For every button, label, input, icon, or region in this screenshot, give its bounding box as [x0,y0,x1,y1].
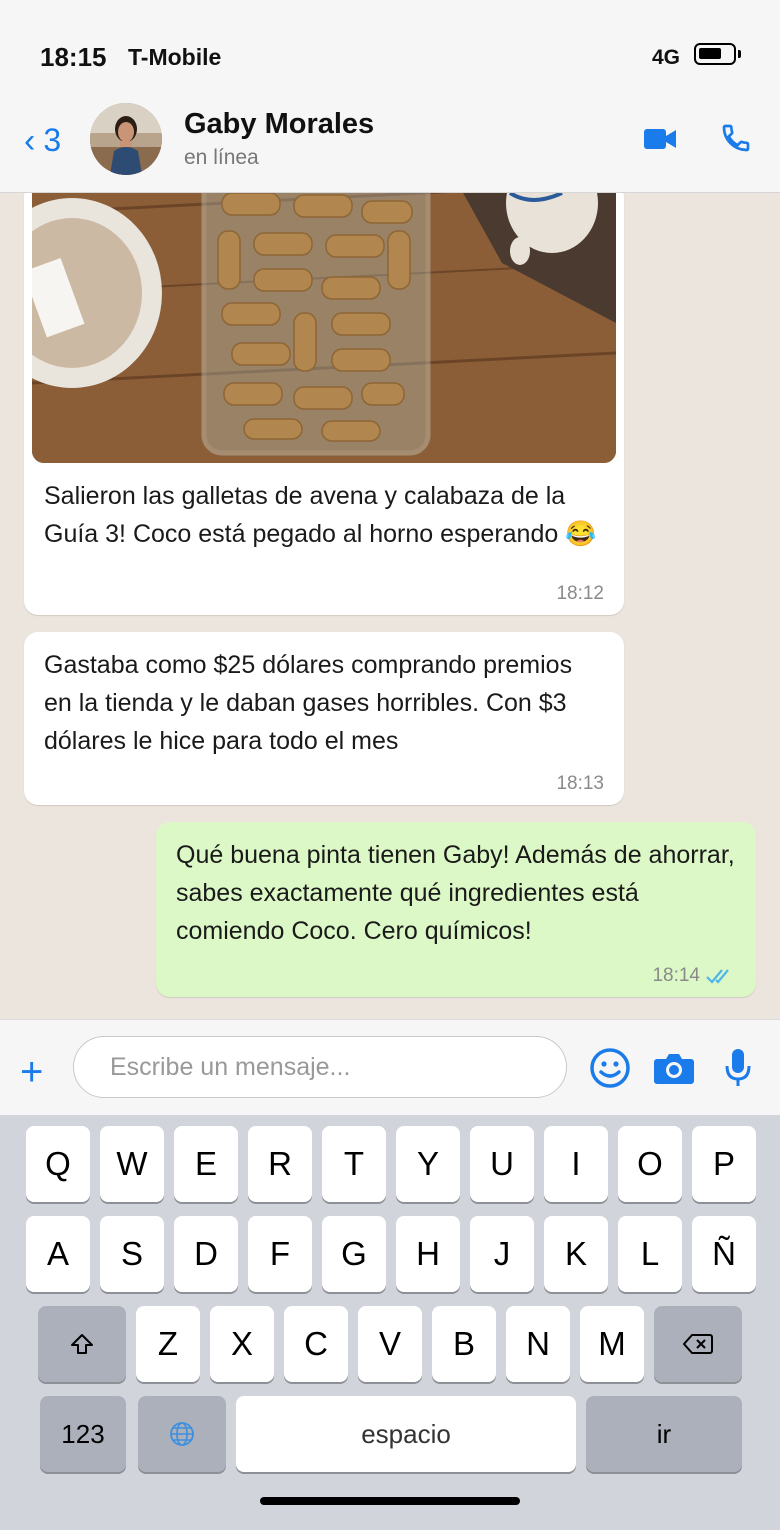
read-receipt-icon [706,969,729,984]
dog-treats-photo[interactable] [32,193,616,463]
message-text: Qué buena pinta tienen Gaby! Además de a… [176,841,735,945]
status-carrier: T-Mobile [128,44,222,70]
message-bubble-incoming[interactable]: Gastaba como $25 dólares comprando premi… [24,632,624,805]
key[interactable]: Z [136,1306,200,1382]
message-input[interactable]: Escribe un mensaje... [73,1036,567,1098]
key[interactable]: O [618,1126,682,1202]
status-bar: 18:15 T-Mobile 4G [0,0,780,100]
chat-header: ‹ 3 Gaby Morales en línea [0,100,780,193]
contact-name[interactable]: Gaby Morales [184,108,374,141]
key[interactable]: Y [396,1126,460,1202]
camera-icon[interactable] [654,1051,694,1090]
message-composer: + Escribe un mensaje... [0,1019,780,1116]
shift-key[interactable] [38,1306,126,1382]
key[interactable]: E [174,1126,238,1202]
key[interactable]: Ñ [692,1216,756,1292]
backspace-icon [683,1334,713,1354]
message-bubble-outgoing[interactable]: Qué buena pinta tienen Gaby! Además de a… [156,822,756,997]
key[interactable]: U [470,1126,534,1202]
key[interactable]: K [544,1216,608,1292]
key[interactable]: D [174,1216,238,1292]
key[interactable]: B [432,1306,496,1382]
key[interactable]: T [322,1126,386,1202]
key[interactable]: H [396,1216,460,1292]
key[interactable]: N [506,1306,570,1382]
back-unread-count: 3 [43,122,62,158]
message-text: Gastaba como $25 dólares comprando premi… [44,651,573,755]
key[interactable]: G [322,1216,386,1292]
space-key[interactable]: espacio [236,1396,576,1472]
emoji-icon[interactable] [589,1047,631,1094]
key[interactable]: Q [26,1126,90,1202]
key[interactable]: W [100,1126,164,1202]
key[interactable]: S [100,1216,164,1292]
phone-call-icon[interactable] [720,122,752,159]
message-meta: 18:12 [556,583,604,605]
key[interactable]: F [248,1216,312,1292]
globe-icon [170,1422,194,1446]
key[interactable]: J [470,1216,534,1292]
home-indicator[interactable] [260,1497,520,1505]
backspace-key[interactable] [654,1306,742,1382]
attach-plus-icon[interactable]: + [20,1052,43,1092]
status-network: 4G [652,46,681,69]
key[interactable]: R [248,1126,312,1202]
key[interactable]: P [692,1126,756,1202]
message-bubble-incoming[interactable]: Salieron las galletas de avena y calabaz… [24,193,624,615]
shift-icon [71,1334,93,1354]
chevron-left-icon: ‹ [24,121,36,160]
status-time: 18:15 [40,42,107,72]
key[interactable]: X [210,1306,274,1382]
message-time: 18:12 [556,583,604,604]
key[interactable]: A [26,1216,90,1292]
message-text: Salieron las galletas de avena y calabaz… [44,482,597,548]
message-time: 18:13 [556,773,604,794]
go-key[interactable]: ir [586,1396,742,1472]
key[interactable]: C [284,1306,348,1382]
back-button[interactable]: ‹ 3 [24,122,61,159]
key[interactable]: L [618,1216,682,1292]
video-call-icon[interactable] [644,128,676,155]
key[interactable]: V [358,1306,422,1382]
message-time: 18:14 [652,965,700,986]
keyboard: Q W E R T Y U I O P A S D F G H J K L Ñ … [0,1115,780,1530]
battery-icon [694,43,741,65]
key[interactable]: M [580,1306,644,1382]
chat-area[interactable]: Salieron las galletas de avena y calabaz… [0,193,780,1019]
message-meta: 18:13 [556,773,604,795]
globe-key[interactable] [138,1396,226,1472]
microphone-icon[interactable] [724,1048,752,1093]
message-meta: 18:14 [652,965,736,987]
key[interactable]: I [544,1126,608,1202]
numbers-key[interactable]: 123 [40,1396,126,1472]
contact-status: en línea [184,146,259,169]
avatar[interactable] [90,103,162,175]
